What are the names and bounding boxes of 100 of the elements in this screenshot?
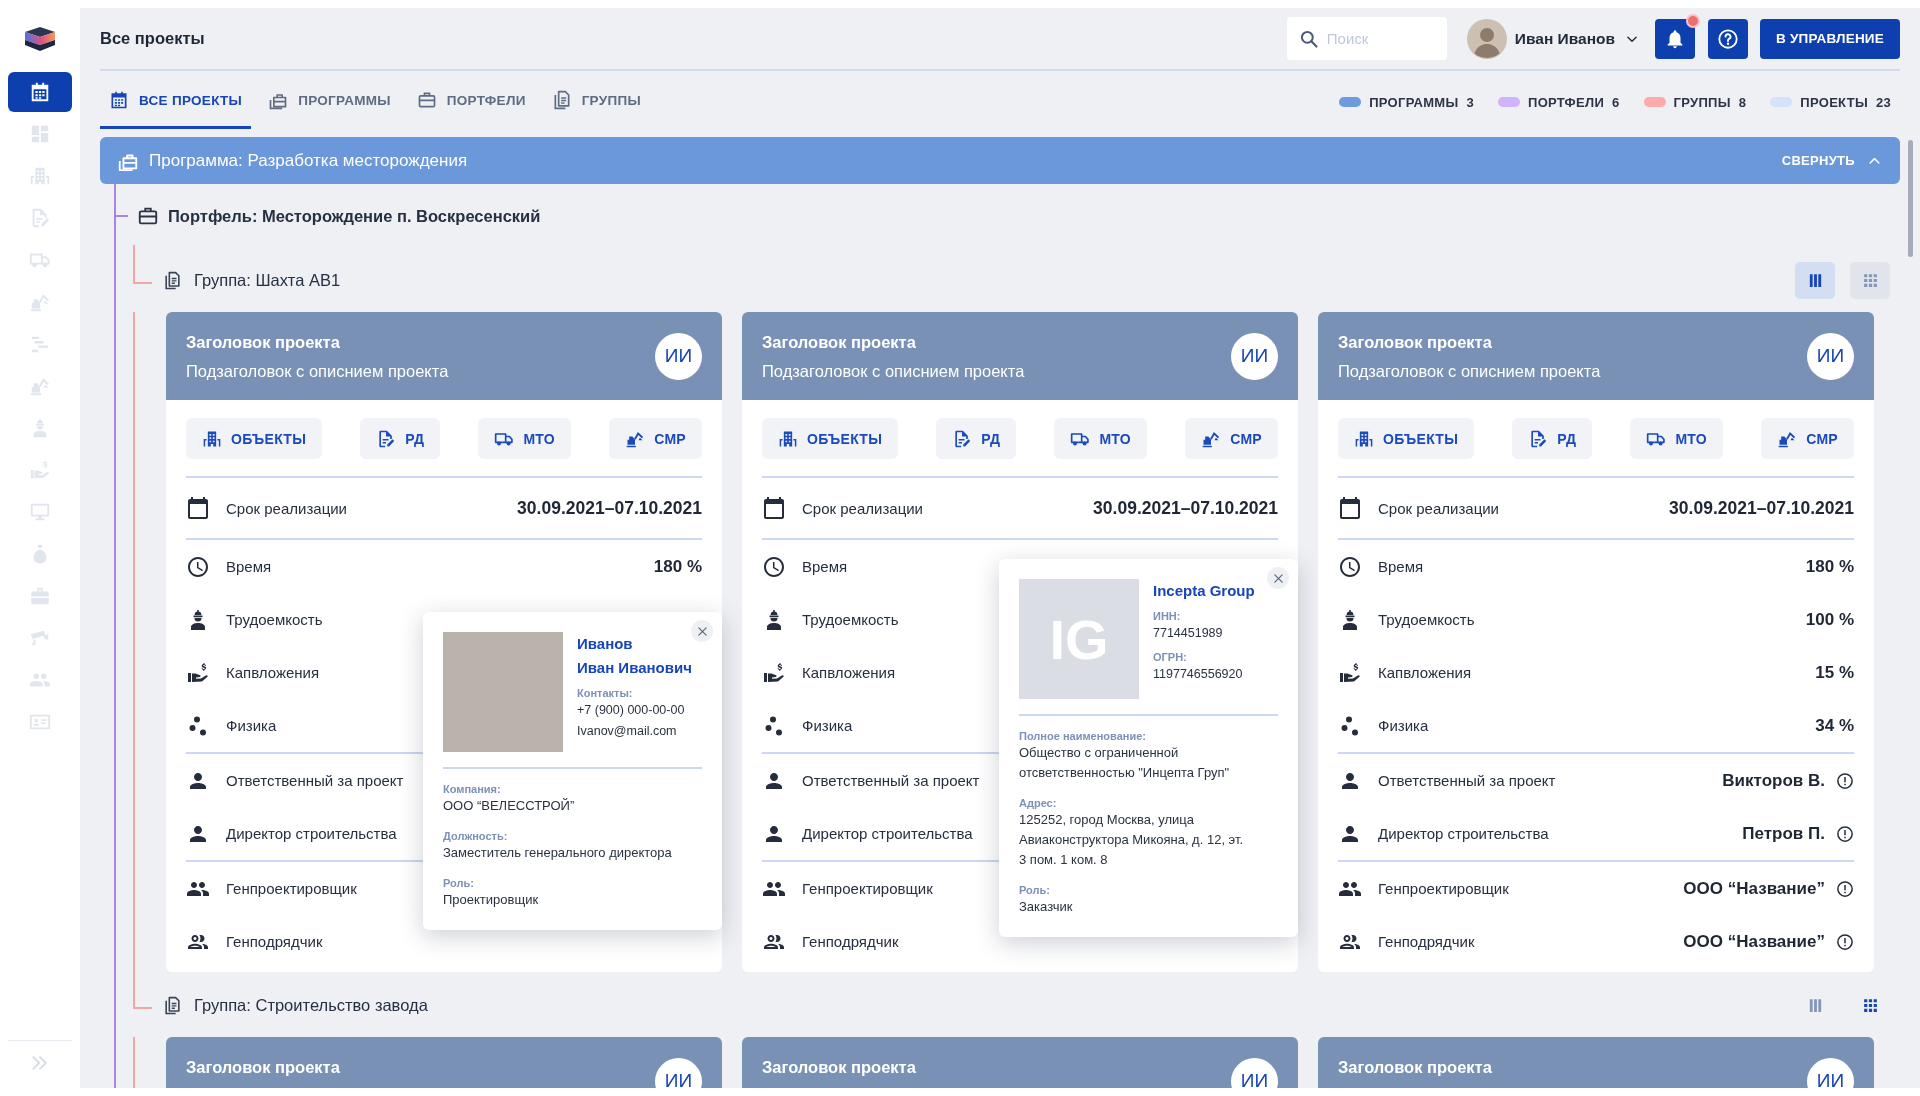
legend-count: 8 — [1738, 94, 1747, 110]
toolbox-icon — [29, 585, 51, 607]
legend-count: 6 — [1612, 94, 1620, 110]
tab[interactable]: ВСЕ ПРОЕКТЫ — [100, 71, 252, 129]
tab[interactable]: ПОРТФЕЛИ — [407, 71, 535, 129]
field-value: Проектировщик — [443, 891, 540, 909]
close-icon — [696, 625, 708, 637]
manage-button[interactable]: В УПРАВЛЕНИЕ — [1760, 18, 1900, 59]
info-icon[interactable] — [1836, 879, 1854, 898]
card-action-button[interactable]: ОБЪЕКТЫ — [186, 418, 323, 459]
field-label: Контакты: — [577, 686, 634, 700]
card-action-button[interactable]: МТО — [478, 418, 572, 459]
row-value: ООО “Название” — [1683, 878, 1825, 899]
info-icon[interactable] — [1836, 932, 1854, 951]
initials-avatar: ИИ — [1807, 332, 1854, 380]
user-menu-button[interactable]: Иван Иванов — [1514, 29, 1641, 48]
card-action-button[interactable]: СМР — [1761, 418, 1854, 459]
row-label: Срок реализации — [226, 499, 347, 517]
row-label: Время — [226, 558, 272, 575]
row-label: Директор строительства — [1378, 825, 1549, 842]
card-action-button[interactable]: ОБЪЕКТЫ — [762, 418, 899, 459]
close-button[interactable] — [1267, 567, 1289, 589]
grid-icon — [1861, 271, 1879, 289]
row-value: 100 % — [1805, 609, 1854, 630]
row-label: Ответственный за проект — [226, 772, 404, 789]
card-action-button[interactable]: СМР — [609, 418, 702, 459]
document-edit-icon — [376, 428, 397, 449]
close-button[interactable] — [691, 620, 713, 642]
tab[interactable]: ГРУППЫ — [542, 71, 650, 129]
user-avatar[interactable] — [1466, 18, 1507, 59]
document-edit-icon — [952, 428, 973, 449]
close-icon — [1272, 572, 1284, 584]
row-value: 180 % — [1805, 556, 1854, 577]
help-button[interactable] — [1708, 18, 1748, 59]
card-action-button[interactable]: РД — [1512, 418, 1593, 459]
row-value: ООО “Название” — [1683, 931, 1825, 952]
legend-label: ПРОЕКТЫ — [1800, 94, 1868, 110]
row-label: Срок реализации — [1378, 499, 1499, 517]
columns-view-button[interactable] — [1795, 261, 1835, 299]
initials-avatar: ИИ — [1231, 1057, 1278, 1088]
calendar-icon — [762, 496, 786, 520]
legend-count: 3 — [1466, 94, 1474, 110]
row-label: Время — [1378, 558, 1424, 575]
document-edit-icon — [1528, 428, 1549, 449]
info-icon[interactable] — [1836, 824, 1854, 843]
row-value: 34 % — [1815, 715, 1854, 736]
search-field[interactable]: Поиск — [1286, 17, 1447, 60]
logo-icon — [24, 26, 56, 52]
card-action-button[interactable]: РД — [360, 418, 441, 459]
row-label: Ответственный за проект — [1378, 772, 1556, 789]
field-value: Заместитель генерального директора — [443, 844, 673, 862]
row-value: 30.09.2021–07.10.2021 — [1093, 497, 1278, 519]
scrollbar-thumb[interactable] — [1908, 140, 1913, 257]
card-title: Заголовок проекта — [762, 1057, 917, 1078]
card-title: Заголовок проекта — [186, 332, 341, 353]
row-label: Капвложения — [802, 664, 896, 681]
calendar-icon — [1338, 496, 1362, 520]
field-value: 125252, город Москва, улица Авиаконструктора Микояна, д. 12, эт. 3 пом. 1 ком. 8 — [1019, 811, 1245, 869]
excavator-icon — [29, 291, 51, 313]
tab[interactable]: ПРОГРАММЫ — [259, 71, 400, 129]
row-value: Викторов В. — [1722, 770, 1825, 791]
row-label: Ответственный за проект — [802, 772, 980, 789]
hand-dollar-icon — [186, 660, 210, 685]
row-value: 30.09.2021–07.10.2021 — [517, 497, 702, 519]
field-label: Адрес: — [1019, 796, 1058, 810]
field-label: Компания: — [443, 782, 502, 796]
field-value: 1197746556920 — [1153, 666, 1244, 683]
card-title: Заголовок проекта — [186, 1057, 341, 1078]
card-subtitle: Подзаголовок с описнием проекта — [1338, 361, 1602, 382]
card-action-button[interactable]: ОБЪЕКТЫ — [1338, 418, 1475, 459]
card-action-button[interactable]: РД — [936, 418, 1017, 459]
clock-icon — [1338, 554, 1362, 579]
row-label: Генподрядчик — [802, 933, 899, 950]
contact-name[interactable]: Иванов Иван Иванович — [577, 632, 692, 680]
initials-avatar: ИИ — [655, 1057, 702, 1088]
field-value: Заказчик — [1019, 898, 1074, 916]
row-value: 15 % — [1815, 662, 1854, 683]
dashboard-icon — [29, 123, 51, 145]
search-input[interactable]: Поиск — [1326, 30, 1435, 47]
sidebar-item[interactable] — [8, 72, 72, 112]
calendar-icon — [186, 496, 210, 520]
briefcase-icon — [137, 205, 159, 227]
row-value: Петров П. — [1742, 823, 1825, 844]
row-label: Время — [802, 558, 848, 575]
row-label: Трудоемкость — [226, 611, 323, 628]
info-icon[interactable] — [1836, 771, 1854, 790]
legend-label: ГРУППЫ — [1673, 94, 1731, 110]
initials-avatar: ИИ — [1231, 332, 1278, 380]
notifications-button[interactable] — [1655, 18, 1695, 59]
company-name[interactable]: Incepta Group — [1153, 579, 1255, 603]
card-title: Заголовок проекта — [1338, 1057, 1493, 1078]
card-action-button[interactable]: СМР — [1185, 418, 1278, 459]
card-action-button[interactable]: МТО — [1630, 418, 1724, 459]
row-label: Директор строительства — [802, 825, 973, 842]
briefcase-icon — [416, 90, 437, 110]
card-action-button[interactable]: МТО — [1054, 418, 1148, 459]
row-label: Директор строительства — [226, 825, 397, 842]
portfolio-title: Портфель: Месторождение п. Воскресенский — [168, 206, 541, 226]
clock-icon — [186, 554, 210, 579]
calendar-icon — [29, 81, 51, 103]
